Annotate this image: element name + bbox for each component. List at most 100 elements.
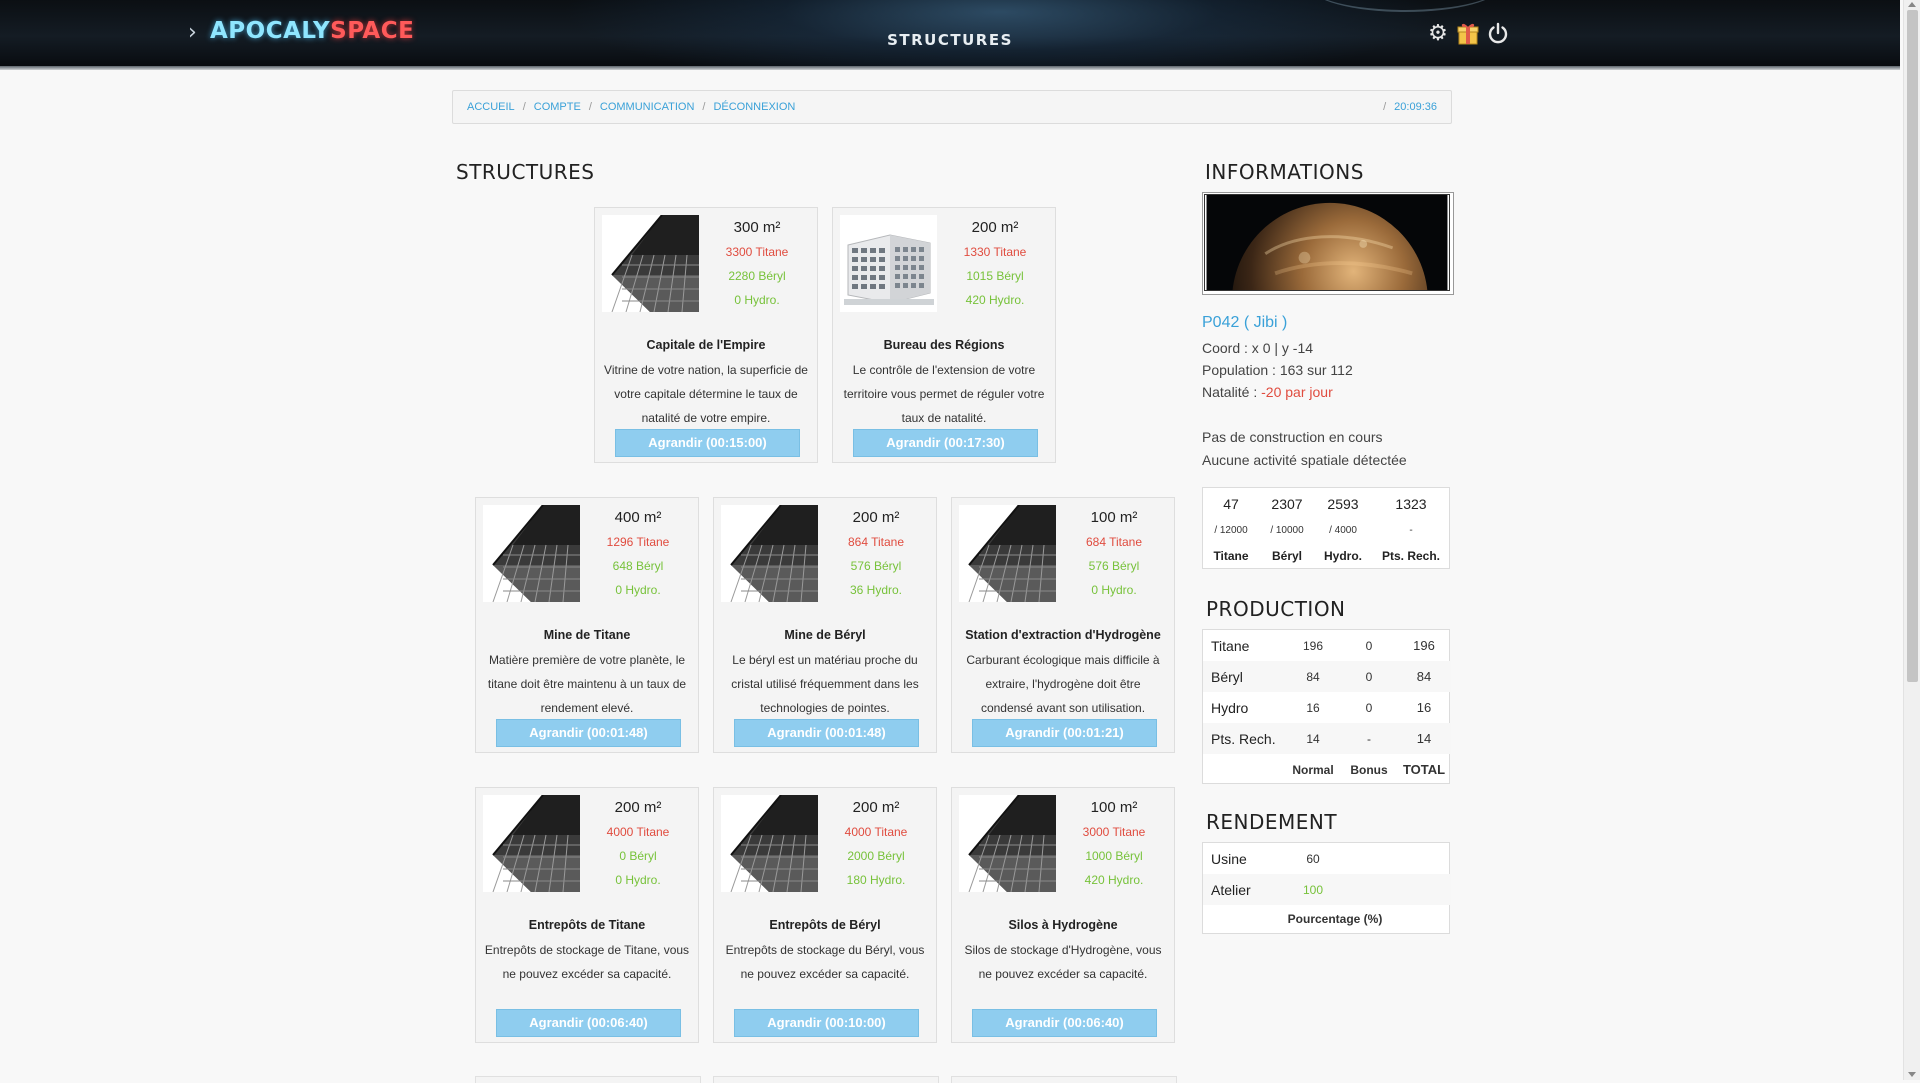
- structure-description: Le contrôle de l'extension de votre terr…: [843, 363, 1045, 425]
- rendement-table: Usine 60 Atelier 100 Pourcentage (%): [1202, 842, 1451, 934]
- structure-image: [602, 215, 699, 312]
- structure-name: Station d'extraction d'Hydrogène: [965, 628, 1161, 642]
- production-row-titane: Titane 196 0 196: [1203, 630, 1451, 661]
- planet-render: [1204, 194, 1450, 399]
- resource-value-titane: 47: [1223, 496, 1239, 512]
- cost-hydro: 420 Hydro.: [1084, 873, 1144, 887]
- structure-area: 200 m²: [852, 799, 900, 816]
- scrollbar-thumb[interactable]: [1907, 10, 1918, 682]
- resource-value-research: 1323: [1395, 496, 1427, 512]
- production-header-total: TOTAL: [1402, 762, 1446, 777]
- production-heading: PRODUCTION: [1206, 597, 1346, 621]
- rendement-row-atelier: Atelier 100: [1203, 874, 1451, 905]
- structure-name: Bureau des Régions: [883, 338, 1005, 352]
- structure-card-entrepots-titane: 200 m² 4000 Titane 0 Béryl 0 Hydro. Entr…: [475, 787, 699, 1043]
- production-label: Pts. Rech.: [1211, 730, 1276, 747]
- structure-area: 200 m²: [852, 509, 900, 526]
- rendement-value: 60: [1306, 851, 1320, 866]
- modern-building-image: [483, 795, 580, 892]
- cost-hydro: 0 Hydro.: [615, 583, 661, 597]
- production-label: Hydro: [1211, 699, 1249, 716]
- cost-hydro: 0 Hydro.: [1091, 583, 1137, 597]
- production-normal: 14: [1306, 731, 1320, 746]
- structure-name: Capitale de l'Empire: [646, 338, 766, 352]
- breadcrumb-link-deconnexion[interactable]: DÉCONNEXION: [713, 101, 795, 113]
- scroll-down-icon[interactable]: [1908, 1072, 1916, 1077]
- spatial-activity-status: Aucune activité spatiale détectée: [1202, 452, 1407, 468]
- breadcrumb: ACCUEIL / COMPTE / COMMUNICATION / DÉCONNEX…: [452, 90, 1452, 124]
- production-total: 14: [1416, 731, 1432, 746]
- planet-name-link[interactable]: P042 ( Jibi ): [1202, 314, 1287, 332]
- modern-building-image: [721, 505, 818, 602]
- breadcrumb-link-accueil[interactable]: ACCUEIL: [467, 101, 515, 113]
- structure-card-station-hydrogene: 100 m² 684 Titane 576 Béryl 0 Hydro. Sta…: [951, 497, 1175, 753]
- structure-description: Matière première de votre planète, le ti…: [487, 653, 687, 715]
- planet-image[interactable]: [1202, 192, 1454, 399]
- modern-building-image: [483, 505, 580, 602]
- rendement-label: Usine: [1211, 850, 1247, 867]
- upgrade-button[interactable]: Agrandir (00:06:40): [496, 1009, 681, 1037]
- resource-label-hydro: Hydro.: [1323, 549, 1362, 563]
- breadcrumb-link-communication[interactable]: COMMUNICATION: [600, 101, 695, 113]
- structure-name: Entrepôts de Béryl: [769, 918, 881, 932]
- structure-area: 100 m²: [1090, 799, 1138, 816]
- cost-beryl: 576 Béryl: [850, 559, 902, 573]
- rendement-footer: Pourcentage (%): [1287, 912, 1383, 926]
- modern-building-image: [602, 215, 699, 312]
- structure-description: Le béryl est un matériau proche du crist…: [731, 653, 919, 715]
- rendement-footer-row: Pourcentage (%): [1203, 905, 1451, 933]
- cost-hydro: 180 Hydro.: [846, 873, 906, 887]
- production-row-beryl: Béryl 84 0 84: [1203, 661, 1451, 692]
- resource-value-beryl: 2307: [1271, 496, 1303, 512]
- planet-population: Population : 163 sur 112: [1202, 362, 1353, 378]
- cost-beryl: 2280 Béryl: [728, 269, 786, 283]
- structure-area: 300 m²: [733, 219, 781, 236]
- breadcrumb-separator: /: [702, 101, 706, 113]
- upgrade-button[interactable]: Agrandir (00:10:00): [734, 1009, 919, 1037]
- production-bonus: 0: [1365, 700, 1373, 715]
- structure-description: Silos de stockage d'Hydrogène, vous ne p…: [964, 943, 1162, 981]
- production-label: Titane: [1211, 637, 1250, 654]
- resource-capacity-research: -: [1409, 525, 1413, 536]
- rendement-value: 100: [1302, 882, 1324, 897]
- upgrade-button[interactable]: Agrandir (00:01:21): [972, 719, 1157, 747]
- gift-icon[interactable]: [1456, 20, 1480, 46]
- production-header-row: Normal Bonus TOTAL: [1203, 754, 1451, 785]
- resource-capacity-hydro: / 4000: [1329, 525, 1357, 536]
- informations-heading: INFORMATIONS: [1205, 160, 1364, 184]
- cost-hydro: 0 Hydro.: [615, 873, 661, 887]
- upgrade-button[interactable]: Agrandir (00:15:00): [615, 429, 800, 457]
- resource-capacity-titane: / 12000: [1214, 525, 1248, 536]
- scroll-up-icon[interactable]: [1908, 2, 1916, 7]
- cost-titane: 3300 Titane: [725, 245, 789, 259]
- upgrade-button[interactable]: Agrandir (00:06:40): [972, 1009, 1157, 1037]
- cost-titane: 1296 Titane: [606, 535, 670, 549]
- production-header-bonus: Bonus: [1350, 762, 1388, 777]
- structure-name: Mine de Titane: [543, 628, 631, 642]
- upgrade-button[interactable]: Agrandir (00:01:48): [496, 719, 681, 747]
- breadcrumb-link-compte[interactable]: COMPTE: [534, 101, 581, 113]
- structure-name: Silos à Hydrogène: [1008, 918, 1118, 932]
- cost-beryl: 1000 Béryl: [1085, 849, 1143, 863]
- rendement-label: Atelier: [1211, 881, 1251, 898]
- resource-label-titane: Titane: [1213, 549, 1249, 563]
- breadcrumb-separator: /: [588, 101, 592, 113]
- breadcrumb-separator: /: [522, 101, 526, 113]
- modern-building-image: [959, 505, 1056, 602]
- settings-gear-icon[interactable]: ⚙: [1426, 20, 1450, 46]
- page-scrollbar[interactable]: [1903, 0, 1920, 1080]
- structure-area: 200 m²: [971, 219, 1019, 236]
- upgrade-button[interactable]: Agrandir (00:17:30): [853, 429, 1038, 457]
- structure-description: Vitrine de votre nation, la superficie d…: [604, 363, 808, 425]
- structure-card-mine-titane: 400 m² 1296 Titane 648 Béryl 0 Hydro. Mi…: [475, 497, 699, 753]
- production-table: Titane 196 0 196 Béryl 84 0 84 Hydro 16 …: [1202, 629, 1451, 785]
- structure-description: Entrepôts de stockage de Titane, vous ne…: [484, 943, 690, 981]
- upgrade-button[interactable]: Agrandir (00:01:48): [734, 719, 919, 747]
- production-normal: 84: [1306, 669, 1320, 684]
- cost-titane: 864 Titane: [847, 535, 905, 549]
- cost-titane: 1330 Titane: [963, 245, 1027, 259]
- cost-beryl: 576 Béryl: [1088, 559, 1140, 573]
- server-clock: /20:09:36: [1383, 101, 1437, 113]
- structure-image: [959, 795, 1056, 892]
- power-icon[interactable]: [1486, 20, 1510, 46]
